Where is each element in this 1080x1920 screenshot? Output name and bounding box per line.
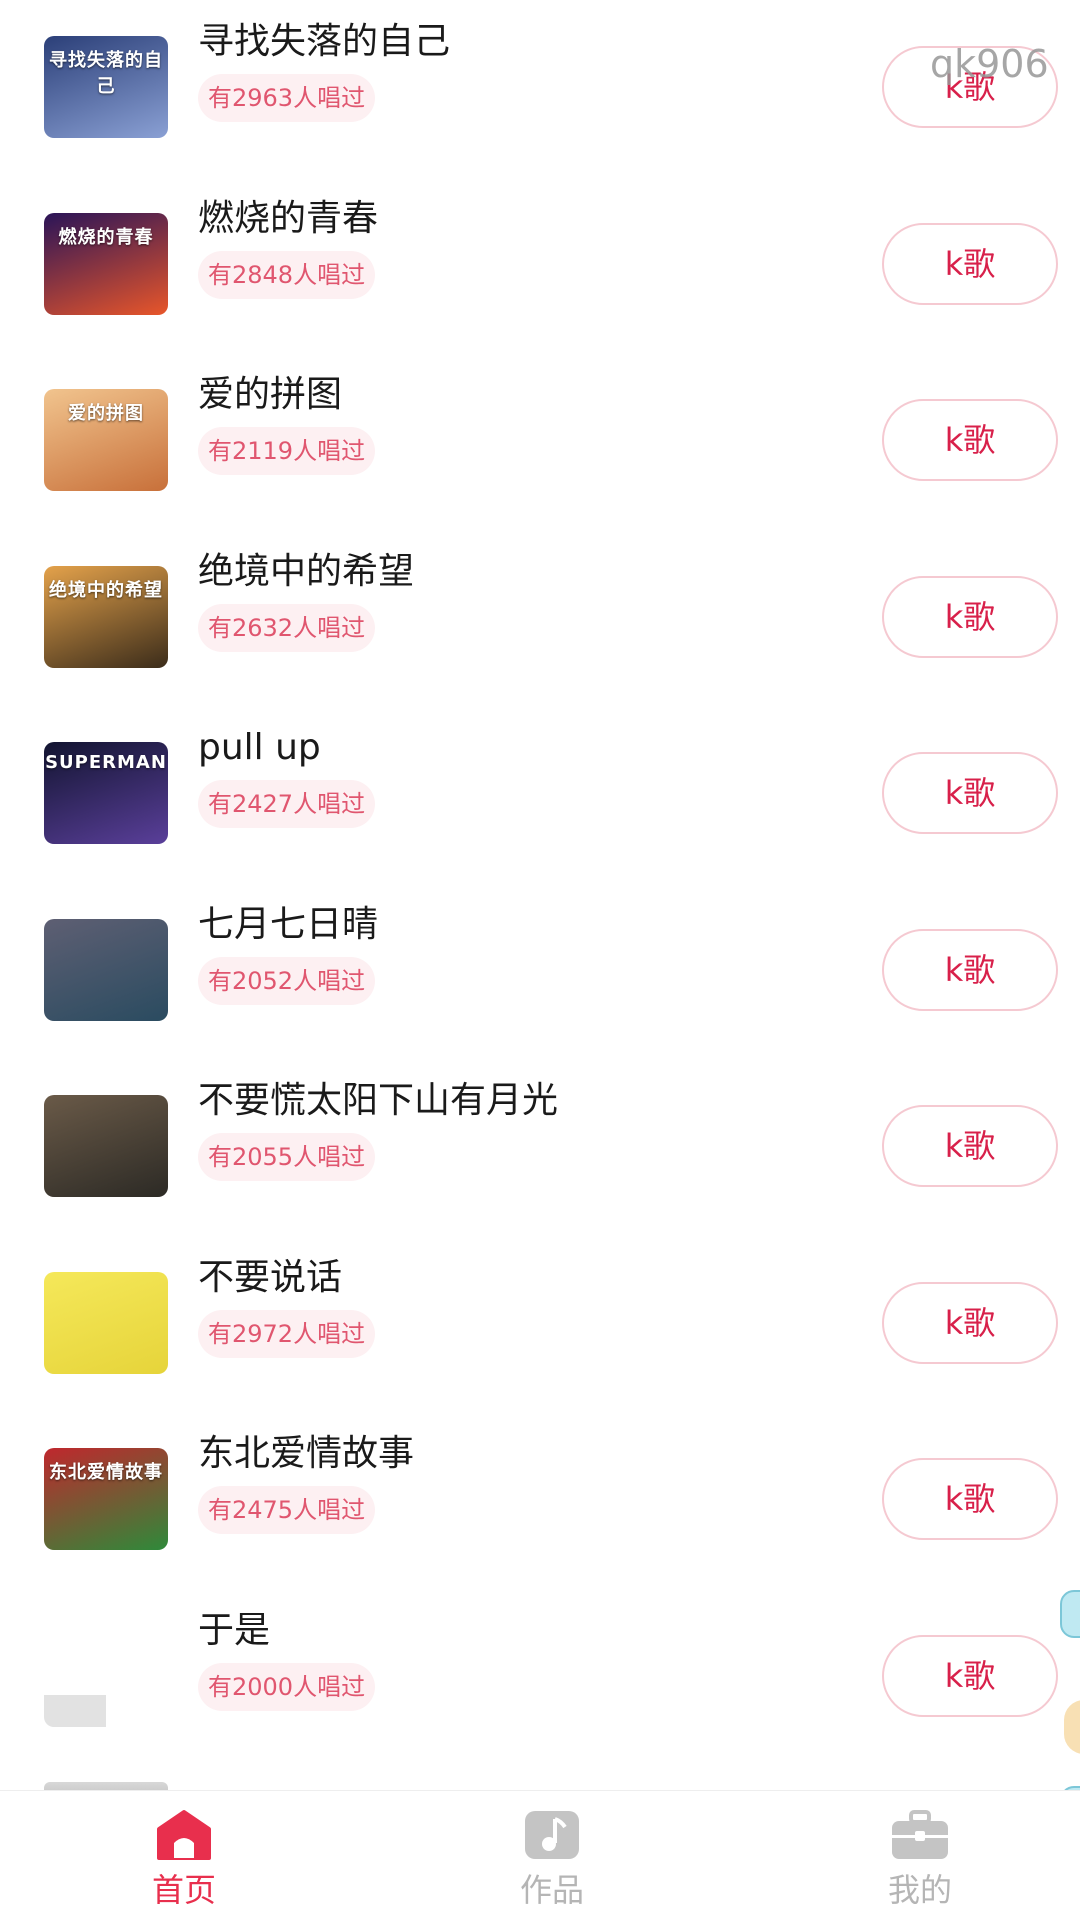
sing-count-badge: 有2055人唱过 xyxy=(198,1133,376,1181)
karaoke-button[interactable]: k歌 xyxy=(882,1634,1058,1717)
song-title: 寻找失落的自己 xyxy=(198,21,451,62)
song-row[interactable]: SUPERMAN pull up 有2427人唱过 k歌 xyxy=(0,724,1080,900)
briefcase-icon xyxy=(892,1810,948,1859)
sing-count-badge: 有2972人唱过 xyxy=(198,1309,376,1358)
cover-text: 爱的拼图 xyxy=(68,403,144,424)
song-cover-image[interactable] xyxy=(44,1271,168,1374)
song-cover-image[interactable] xyxy=(44,1624,168,1727)
sing-count-badge: 有2052人唱过 xyxy=(198,956,376,1005)
song-cover-image[interactable]: 燃烧的青春 xyxy=(44,212,168,315)
cover-text: 燃烧的青春 xyxy=(58,226,154,248)
cover-text: 东北爱情故事 xyxy=(49,1462,163,1483)
song-cover-image[interactable] xyxy=(44,1095,168,1197)
song-row[interactable]: 绝境中的希望 绝境中的希望 有2632人唱过 k歌 xyxy=(0,548,1080,724)
tab-works-label: 作品 xyxy=(519,1871,584,1909)
sing-count-badge: 有2963人唱过 xyxy=(198,74,376,122)
partial-song-cover xyxy=(44,1782,168,1790)
cover-text: SUPERMAN xyxy=(45,752,167,773)
karaoke-button[interactable]: k歌 xyxy=(882,575,1058,658)
song-title: 不要说话 xyxy=(198,1256,343,1298)
song-cover-image[interactable]: 绝境中的希望 xyxy=(44,565,168,668)
home-icon xyxy=(157,1810,211,1860)
tab-works[interactable]: 作品 xyxy=(472,1809,632,1920)
cover-text: 寻找失落的自己 xyxy=(49,50,163,97)
karaoke-button[interactable]: k歌 xyxy=(882,1281,1058,1364)
karaoke-button[interactable]: k歌 xyxy=(882,928,1058,1011)
sing-count-badge: 有2848人唱过 xyxy=(198,250,376,299)
karaoke-button[interactable]: k歌 xyxy=(882,1458,1058,1540)
floating-widget-top[interactable] xyxy=(1060,1590,1080,1638)
bottom-tab-bar: 首页 作品 我的 xyxy=(0,1790,1080,1920)
song-cover-image[interactable]: SUPERMAN xyxy=(44,742,168,844)
watermark: qk906 xyxy=(930,42,1049,86)
song-row[interactable]: 东北爱情故事 东北爱情故事 有2475人唱过 k歌 xyxy=(0,1430,1080,1606)
cover-label-strip xyxy=(44,1694,106,1727)
karaoke-button[interactable]: k歌 xyxy=(882,752,1058,834)
cover-text: 绝境中的希望 xyxy=(49,579,163,601)
song-cover-image[interactable]: 寻找失落的自己 xyxy=(44,36,168,138)
tab-mine[interactable]: 我的 xyxy=(840,1809,1000,1920)
song-title: 于是 xyxy=(198,1609,271,1651)
song-cover-image[interactable]: 爱的拼图 xyxy=(44,389,168,491)
song-row[interactable]: 七月七日晴有2052人唱过 k歌 xyxy=(0,901,1080,1077)
karaoke-button[interactable]: k歌 xyxy=(882,399,1058,481)
song-row[interactable]: 寻找失落的自己 寻找失落的自己 有2963人唱过 k歌 xyxy=(0,18,1080,194)
song-title: 七月七日晴 xyxy=(198,903,379,945)
song-title: 燃烧的青春 xyxy=(198,197,379,239)
song-title: pull up xyxy=(198,727,321,768)
song-row[interactable]: 于是有2000人唱过 k歌 xyxy=(0,1607,1080,1783)
sing-count-badge: 有2000人唱过 xyxy=(198,1662,376,1711)
karaoke-button[interactable]: k歌 xyxy=(882,222,1058,305)
music-note-icon xyxy=(525,1811,579,1859)
tab-home-label: 首页 xyxy=(151,1871,216,1909)
sing-count-badge: 有2427人唱过 xyxy=(198,780,376,828)
song-title: 绝境中的希望 xyxy=(198,550,415,592)
song-cover-image[interactable]: 东北爱情故事 xyxy=(44,1448,168,1550)
song-list: 寻找失落的自己 寻找失落的自己 有2963人唱过 k歌 燃烧的青春 燃烧的青春 有2848人… xyxy=(0,0,1080,1790)
song-row[interactable]: 燃烧的青春 燃烧的青春 有2848人唱过 k歌 xyxy=(0,195,1080,371)
song-cover-image[interactable] xyxy=(44,918,168,1021)
sing-count-badge: 有2475人唱过 xyxy=(198,1486,376,1534)
song-title: 不要慌太阳下山有月光 xyxy=(198,1080,559,1121)
karaoke-button[interactable]: k歌 xyxy=(882,1105,1058,1187)
song-title: 东北爱情故事 xyxy=(198,1433,415,1474)
tab-mine-label: 我的 xyxy=(887,1871,952,1909)
song-title: 爱的拼图 xyxy=(198,374,343,415)
song-row[interactable]: 爱的拼图 爱的拼图 有2119人唱过 k歌 xyxy=(0,371,1080,547)
song-row[interactable]: 不要慌太阳下山有月光有2055人唱过 k歌 xyxy=(0,1077,1080,1253)
sing-count-badge: 有2632人唱过 xyxy=(198,603,376,652)
song-row[interactable]: 不要说话有2972人唱过 k歌 xyxy=(0,1254,1080,1430)
sing-count-badge: 有2119人唱过 xyxy=(198,427,376,475)
tab-home[interactable]: 首页 xyxy=(104,1809,264,1920)
app-screen: 寻找失落的自己 寻找失落的自己 有2963人唱过 k歌 燃烧的青春 燃烧的青春 有2848人… xyxy=(0,0,1080,1920)
